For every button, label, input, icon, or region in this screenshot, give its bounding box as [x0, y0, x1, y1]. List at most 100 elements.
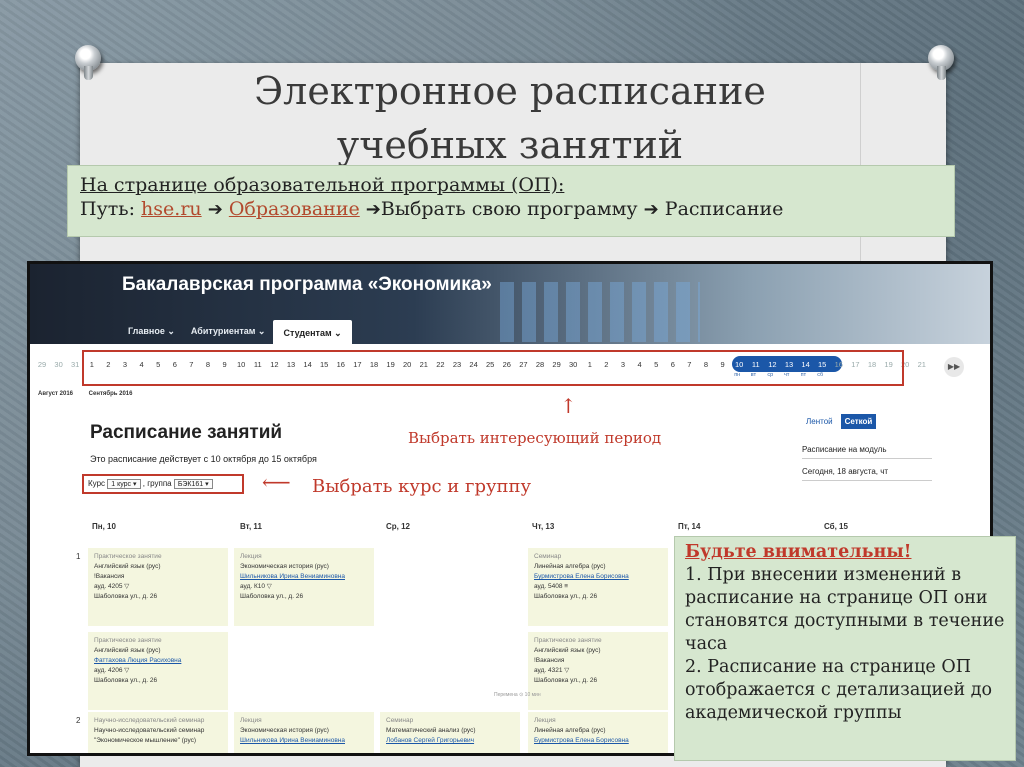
- lesson-room: ауд. 5408 ≡: [534, 583, 569, 590]
- month-august: Август 2016: [38, 391, 73, 397]
- lesson-teacher-link[interactable]: Шильникова Ирина Вениаминовна: [240, 572, 368, 582]
- lesson-type: Практическое занятие: [534, 637, 602, 644]
- lesson-teacher-link[interactable]: Бурмистрова Елена Борисовна: [534, 572, 662, 582]
- date-item[interactable]: 31: [67, 360, 83, 369]
- date-item[interactable]: 29: [34, 360, 50, 369]
- lesson-cell[interactable]: Практическое занятие Английский язык (ру…: [528, 632, 668, 710]
- lesson-cell[interactable]: Семинар Линейная алгебра (рус) Бурмистро…: [528, 548, 668, 626]
- break-note: Перемена ⊙ 10 мин: [494, 692, 541, 698]
- lesson-subject: Математический анализ (рус): [386, 727, 476, 734]
- slide-title-line1: Электронное расписание: [254, 69, 766, 113]
- lesson-teacher-link[interactable]: Фаттахова Люция Расиховна: [94, 656, 222, 666]
- lesson-type: Лекция: [240, 553, 262, 560]
- course-annotation: Выбрать курс и группу: [312, 476, 532, 497]
- lesson-cell[interactable]: Лекция Экономическая история (рус) Шильн…: [234, 548, 374, 626]
- lesson-address: Шаболовка ул., д. 26: [240, 593, 304, 600]
- path-info-box: На странице образовательной программы (О…: [67, 165, 955, 237]
- nav-students[interactable]: Студентам ⌄: [273, 320, 352, 345]
- schedule-validity: Это расписание действует с 10 октября до…: [90, 454, 317, 464]
- warning-box: Будьте внимательны! 1. При внесении изме…: [674, 536, 1016, 761]
- weekday-label: сб: [817, 372, 824, 378]
- lesson-subject: Линейная алгебра (рус): [534, 563, 606, 570]
- lesson-type: Семинар: [386, 717, 414, 724]
- lesson-subject: Английский язык (рус): [94, 563, 161, 570]
- lesson-cell[interactable]: Лекция Экономическая история (рус) Шильн…: [234, 712, 374, 753]
- lesson-teacher: !Вакансия: [94, 573, 125, 580]
- period-annotation: Выбрать интересующий период: [408, 429, 662, 447]
- view-grid-button[interactable]: Сеткой: [840, 414, 877, 429]
- col-wed: Ср, 12: [386, 522, 411, 531]
- date-item[interactable]: 30: [51, 360, 67, 369]
- up-arrow-icon: ↑: [560, 394, 577, 418]
- lesson-address: Шаболовка ул., д. 26: [94, 677, 158, 684]
- path-step-schedule: Расписание: [664, 198, 784, 220]
- site-nav: Главное ⌄ Абитуриентам ⌄ Студентам ⌄: [120, 320, 352, 345]
- row-number: 1: [76, 552, 81, 561]
- banner-chart-image: [500, 282, 700, 342]
- lesson-subject: Экономическая история (рус): [240, 563, 329, 570]
- lesson-type: Практическое занятие: [94, 637, 162, 644]
- nav-applicants[interactable]: Абитуриентам ⌄: [183, 320, 274, 345]
- course-select[interactable]: 1 курс ▾: [107, 479, 141, 489]
- path-step-program: Выбрать свою программу: [380, 198, 638, 220]
- info-heading: На странице образовательной программы (О…: [80, 174, 565, 196]
- next-dates-button[interactable]: ▶▶: [944, 357, 964, 377]
- weekday-label: чт: [784, 372, 790, 378]
- lesson-subject: Английский язык (рус): [94, 647, 161, 654]
- lesson-subject: Английский язык (рус): [534, 647, 601, 654]
- weekday-label: пн: [734, 372, 741, 378]
- col-fri: Пт, 14: [678, 522, 701, 531]
- lesson-teacher: !Вакансия: [534, 657, 565, 664]
- pushpin-right-icon: [928, 45, 954, 80]
- weekday-label: вт: [750, 372, 757, 378]
- group-label: , группа: [142, 479, 172, 488]
- schedule-heading: Расписание занятий: [90, 422, 283, 443]
- lesson-type: Лекция: [240, 717, 262, 724]
- lesson-subject: Экономическая история (рус): [240, 727, 329, 734]
- module-schedule-link[interactable]: Расписание на модуль: [802, 445, 932, 459]
- lesson-cell[interactable]: Лекция Линейная алгебра (рус) Бурмистров…: [528, 712, 668, 753]
- weekday-label: ср: [767, 372, 774, 378]
- education-link[interactable]: Образование: [229, 198, 360, 220]
- arrow-icon: ➔: [365, 199, 381, 220]
- lesson-type: Семинар: [534, 553, 562, 560]
- slide-title: Электронное расписание учебных занятий: [230, 64, 790, 172]
- lesson-cell[interactable]: Семинар Математический анализ (рус) Лоба…: [380, 712, 520, 753]
- view-panel: Лентой Сеткой Расписание на модуль Сегод…: [802, 414, 932, 489]
- hse-link[interactable]: hse.ru: [141, 198, 202, 220]
- lesson-teacher-link[interactable]: Бурмистрова Елена Борисовна: [534, 736, 662, 746]
- lesson-room: ауд. 4205 ▽: [94, 583, 130, 590]
- lesson-teacher-link[interactable]: Шильникова Ирина Вениаминовна: [240, 736, 368, 746]
- lesson-cell[interactable]: Практическое занятие Английский язык (ру…: [88, 632, 228, 710]
- lesson-teacher: "Экономическое мышление" (рус): [94, 737, 197, 744]
- lesson-room: ауд. 4321 ▽: [534, 667, 570, 674]
- arrow-icon: ➔: [643, 199, 659, 220]
- site-banner: Бакалаврская программа «Экономика» Главн…: [30, 264, 990, 345]
- month-labels: Август 2016 Сентябрь 2016: [38, 391, 132, 397]
- nav-main[interactable]: Главное ⌄: [120, 320, 183, 345]
- group-select[interactable]: БЭК161 ▾: [173, 479, 213, 489]
- lesson-cell[interactable]: Практическое занятие Английский язык (ру…: [88, 548, 228, 626]
- col-sat: Сб, 15: [824, 522, 848, 531]
- program-title: Бакалаврская программа «Экономика»: [122, 274, 492, 295]
- date-item[interactable]: 21: [914, 360, 930, 369]
- pushpin-left-icon: [75, 45, 101, 80]
- lesson-teacher-link[interactable]: Лобанов Сергей Григорьевич: [386, 736, 514, 746]
- lesson-cell[interactable]: Научно-исследовательский семинар Научно-…: [88, 712, 228, 753]
- lesson-address: Шаболовка ул., д. 26: [534, 677, 598, 684]
- path-prefix: Путь:: [80, 198, 142, 220]
- today-link[interactable]: Сегодня, 18 августа, чт: [802, 467, 932, 481]
- col-tue: Вт, 11: [240, 522, 262, 531]
- row-number: 2: [76, 716, 81, 725]
- lesson-room: ауд. 4206 ▽: [94, 667, 130, 674]
- view-feed-button[interactable]: Лентой: [802, 414, 837, 429]
- info-path: Путь: hse.ru ➔ Образование ➔Выбрать свою…: [80, 197, 942, 222]
- view-toggle: Лентой Сеткой: [802, 414, 932, 429]
- lesson-type: Научно-исследовательский семинар: [94, 717, 205, 724]
- course-group-selector: Курс 1 курс ▾ , группа БЭК161 ▾: [82, 474, 244, 494]
- lesson-subject: Научно-исследовательский семинар: [94, 727, 205, 734]
- arrow-icon: ➔: [207, 199, 223, 220]
- col-mon: Пн, 10: [92, 522, 116, 531]
- lesson-subject: Линейная алгебра (рус): [534, 727, 606, 734]
- lesson-address: Шаболовка ул., д. 26: [534, 593, 598, 600]
